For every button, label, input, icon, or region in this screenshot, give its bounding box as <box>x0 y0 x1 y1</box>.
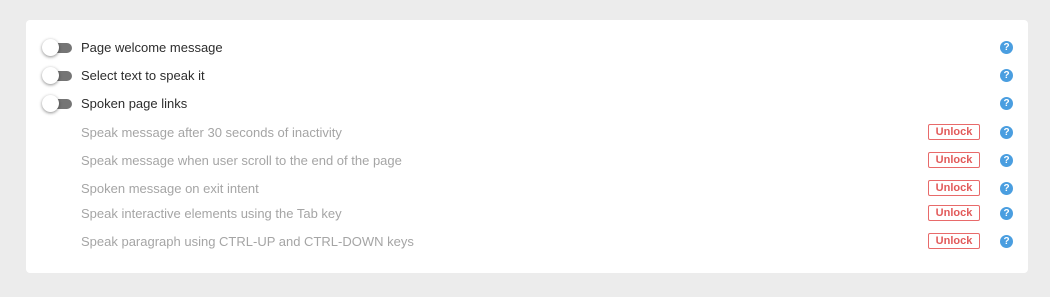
locked-setting-label: Speak paragraph using CTRL-UP and CTRL-D… <box>81 234 414 249</box>
locked-setting-label: Speak message after 30 seconds of inacti… <box>81 125 342 140</box>
setting-row-page-welcome-message: Page welcome message ? <box>26 36 1028 60</box>
locked-row-exit-intent-message: Spoken message on exit intent Unlock ? <box>26 177 1028 201</box>
locked-setting-label: Speak interactive elements using the Tab… <box>81 206 342 221</box>
unlock-button[interactable]: Unlock <box>928 152 980 168</box>
toggle-knob <box>42 67 59 84</box>
question-circle-icon[interactable]: ? <box>1000 41 1013 54</box>
unlock-button[interactable]: Unlock <box>928 180 980 196</box>
setting-label: Spoken page links <box>81 96 188 111</box>
unlock-button[interactable]: Unlock <box>928 124 980 140</box>
question-circle-icon[interactable]: ? <box>1000 97 1013 110</box>
setting-label: Page welcome message <box>81 40 223 55</box>
setting-row-select-text-to-speak: Select text to speak it ? <box>26 64 1028 88</box>
unlock-button[interactable]: Unlock <box>928 205 980 221</box>
question-circle-icon[interactable]: ? <box>1000 126 1013 139</box>
question-circle-icon[interactable]: ? <box>1000 154 1013 167</box>
toggle-knob <box>42 39 59 56</box>
locked-row-ctrl-keys: Speak paragraph using CTRL-UP and CTRL-D… <box>26 230 1028 254</box>
spoken-page-links-toggle[interactable] <box>42 95 73 112</box>
unlock-button[interactable]: Unlock <box>928 233 980 249</box>
setting-label: Select text to speak it <box>81 68 205 83</box>
question-circle-icon[interactable]: ? <box>1000 207 1013 220</box>
locked-setting-label: Speak message when user scroll to the en… <box>81 153 402 168</box>
question-circle-icon[interactable]: ? <box>1000 235 1013 248</box>
question-circle-icon[interactable]: ? <box>1000 69 1013 82</box>
page-welcome-message-toggle[interactable] <box>42 39 73 56</box>
locked-row-tab-key: Speak interactive elements using the Tab… <box>26 202 1028 226</box>
settings-card: Page welcome message ? Select text to sp… <box>26 20 1028 273</box>
select-text-to-speak-toggle[interactable] <box>42 67 73 84</box>
toggle-knob <box>42 95 59 112</box>
locked-row-inactivity-message: Speak message after 30 seconds of inacti… <box>26 121 1028 145</box>
locked-setting-label: Spoken message on exit intent <box>81 181 259 196</box>
locked-row-scroll-end-message: Speak message when user scroll to the en… <box>26 149 1028 173</box>
setting-row-spoken-page-links: Spoken page links ? <box>26 92 1028 116</box>
question-circle-icon[interactable]: ? <box>1000 182 1013 195</box>
